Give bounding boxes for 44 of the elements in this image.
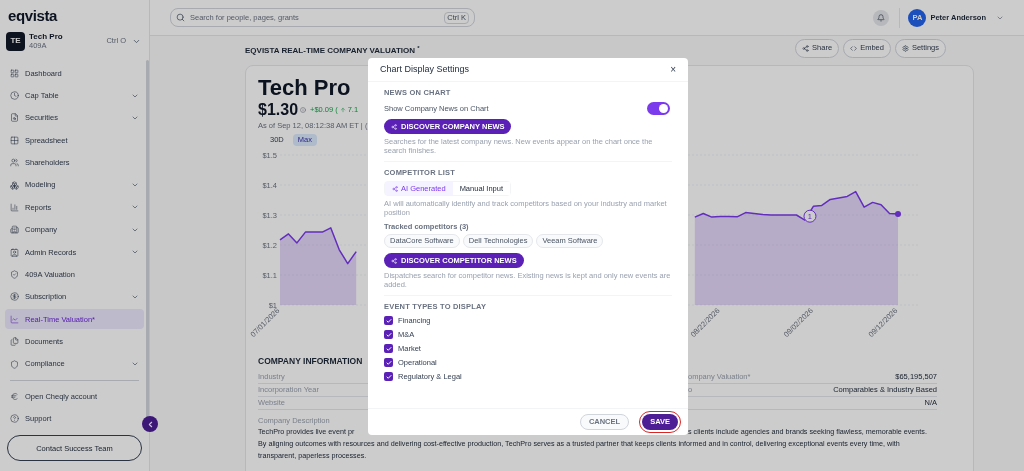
bar-chart-icon bbox=[10, 202, 19, 212]
code-icon bbox=[850, 44, 858, 52]
info-icon[interactable] bbox=[300, 107, 307, 113]
settings-icon bbox=[901, 44, 909, 52]
logo: eqvista bbox=[8, 7, 58, 24]
workspace-avatar: TE bbox=[6, 31, 25, 51]
share-price: $1.30 bbox=[258, 100, 299, 120]
clock-icon bbox=[10, 91, 19, 101]
table-icon bbox=[10, 135, 19, 145]
checkbox[interactable] bbox=[384, 372, 393, 381]
collapse-button[interactable] bbox=[142, 416, 158, 432]
line-chart-icon bbox=[10, 314, 19, 324]
shield-icon bbox=[10, 359, 19, 369]
company-name: Tech Pro bbox=[258, 76, 351, 100]
checkbox[interactable] bbox=[384, 344, 393, 353]
section-title: COMPANY INFORMATION bbox=[258, 355, 363, 368]
bell-icon bbox=[877, 13, 886, 22]
files-icon bbox=[10, 337, 19, 347]
workspace-name: Tech Pro bbox=[29, 32, 64, 41]
close-button[interactable]: × bbox=[670, 62, 676, 77]
help-icon bbox=[10, 413, 19, 423]
notifications-button[interactable] bbox=[873, 9, 890, 26]
nodes-icon bbox=[391, 257, 397, 264]
dialog-title: Chart Display Settings bbox=[380, 62, 470, 76]
contact-card-icon bbox=[10, 247, 19, 257]
users-icon bbox=[10, 158, 19, 168]
share-icon bbox=[802, 44, 810, 52]
building-icon bbox=[10, 225, 19, 235]
checkbox[interactable] bbox=[384, 316, 393, 325]
boxes-icon bbox=[10, 180, 19, 190]
euro-icon bbox=[10, 391, 19, 401]
data-point bbox=[895, 211, 901, 218]
shield-check-icon bbox=[10, 270, 19, 280]
dollar-coin-icon bbox=[10, 292, 19, 302]
grid-icon bbox=[10, 68, 19, 78]
nodes-icon bbox=[392, 185, 398, 192]
checkbox[interactable] bbox=[384, 330, 393, 339]
file-search-icon bbox=[10, 113, 19, 123]
search-icon bbox=[176, 13, 185, 22]
page-title: EQVISTA REAL-TIME COMPANY VALUATION $^{*}$ bbox=[245, 46, 420, 55]
arrow-up-icon bbox=[339, 107, 346, 113]
nodes-icon bbox=[391, 123, 397, 130]
toggle-switch[interactable] bbox=[647, 102, 670, 115]
checkbox[interactable] bbox=[384, 358, 393, 367]
